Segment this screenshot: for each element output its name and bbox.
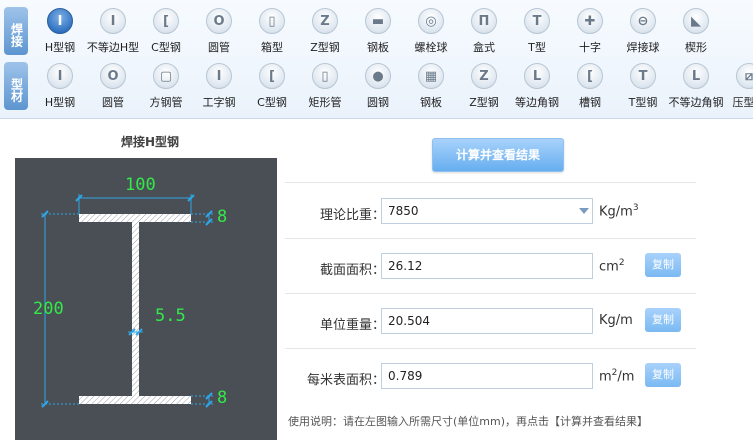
tool-box-section[interactable]: ▯ 箱型 [246, 4, 298, 58]
tool-rect-tube[interactable]: ▯ 矩形管 [299, 59, 351, 113]
steel-plate-icon: ▦ [418, 63, 444, 89]
welded-tab[interactable]: 焊接 [4, 7, 28, 55]
shape-toolbar: 焊接 I H型钢 I 不等边H型[C型钢 O 圆管 ▯ 箱型 Z Z型钢 ▬ 钢板 ◎ 螺栓球 Π 盒式 T T型… [0, 0, 753, 119]
tool-z-section[interactable]: Z Z型钢 [299, 4, 351, 58]
box-section-icon: ▯ [259, 8, 285, 34]
z-section-icon: Z [312, 8, 338, 34]
area-row: 截面面积： 26.12 cm2 复制 [285, 253, 696, 283]
surface-label: 每米表面积： [306, 373, 385, 388]
t-section-icon: T [630, 63, 656, 89]
divider [285, 182, 696, 183]
density-select[interactable]: 7850 [381, 198, 593, 224]
surface-row: 每米表面积： 0.789 m2/m 复制 [285, 363, 696, 393]
tool-steel-plate[interactable]: ▦ 钢板 [405, 59, 457, 113]
calculate-button[interactable]: 计算并查看结果 [432, 138, 564, 172]
density-row: 理论比重： 7850 Kg/m3 [285, 198, 696, 228]
tool-c-channel[interactable]: [C型钢 [246, 59, 298, 113]
tool-unequal-h-beam[interactable]: I 不等边H型 [87, 4, 139, 58]
tool-h-beam[interactable]: I H型钢 [34, 4, 86, 58]
weight-label: 单位重量： [319, 318, 385, 333]
tool-c-channel[interactable]: [C型钢 [140, 4, 192, 58]
tool-equal-angle[interactable]: L 等边角钢 [511, 59, 563, 113]
weight-field[interactable]: 20.504 [381, 308, 593, 334]
tool-label: 压型钢 [732, 96, 753, 109]
h-beam-icon: I [47, 63, 73, 89]
copy-surface-button[interactable]: 复制 [645, 363, 681, 387]
tool-profiled-steel[interactable]: ⧄ 压型钢 [723, 59, 753, 113]
bottom-flange-thickness-input[interactable]: 8 [217, 388, 227, 408]
density-unit: Kg/m3 [599, 203, 639, 220]
top-flange-thickness-input[interactable]: 8 [217, 207, 227, 227]
profiled-steel-icon: ⧄ [736, 63, 753, 89]
area-label: 截面面积： [319, 263, 385, 278]
steel-plate-icon: ▬ [365, 8, 391, 34]
tool-h-beam[interactable]: I H型钢 [34, 59, 86, 113]
tool-label: 楔形 [685, 41, 707, 54]
top-flange [79, 214, 191, 222]
tool-channel[interactable]: [槽钢 [564, 59, 616, 113]
tool-wedge[interactable]: ◣ 楔形 [670, 4, 722, 58]
bottom-flange [79, 396, 191, 404]
copy-area-button[interactable]: 复制 [645, 253, 681, 277]
wedge-icon: ◣ [683, 8, 709, 34]
usage-instructions: 使用说明：请在左图输入所需尺寸(单位mm)，再点击【计算并查看结果】 [288, 415, 649, 428]
tool-z-section[interactable]: Z Z型钢 [458, 59, 510, 113]
channel-icon: [ [577, 63, 603, 89]
divider [285, 238, 696, 239]
web [132, 222, 139, 396]
chevron-down-icon[interactable] [579, 208, 589, 214]
profile-row: 型材 I H型钢 O 圆管 ▢ 方钢管 I 工字钢[C型钢 ▯ 矩形管 ● 圆钢 ▦ 钢板 Z Z型钢 L 等边角… [0, 59, 753, 113]
unequal-h-beam-icon: I [100, 8, 126, 34]
weight-row: 单位重量： 20.504 Kg/m 复制 [285, 308, 696, 338]
divider [285, 348, 696, 349]
tool-round-tube[interactable]: O 圆管 [193, 4, 245, 58]
tool-unequal-angle[interactable]: L 不等边角钢 [669, 59, 724, 113]
tool-steel-plate[interactable]: ▬ 钢板 [352, 4, 404, 58]
tool-box-type[interactable]: Π 盒式 [458, 4, 510, 58]
surface-field[interactable]: 0.789 [381, 363, 593, 389]
box-type-icon: Π [471, 8, 497, 34]
divider [285, 293, 696, 294]
height-dimension-input[interactable]: 200 [33, 299, 64, 319]
density-label: 理论比重： [319, 208, 385, 223]
c-channel-icon: [ [153, 8, 179, 34]
width-dimension-input[interactable]: 100 [125, 175, 156, 195]
z-section-icon: Z [471, 63, 497, 89]
tool-t-section[interactable]: T T型钢 [617, 59, 669, 113]
tool-i-beam[interactable]: I 工字钢 [193, 59, 245, 113]
round-tube-icon: O [100, 63, 126, 89]
c-channel-icon: [ [259, 63, 285, 89]
bolt-ball-icon: ◎ [418, 8, 444, 34]
rect-tube-icon: ▯ [312, 63, 338, 89]
tool-square-tube[interactable]: ▢ 方钢管 [140, 59, 192, 113]
i-beam-icon: I [206, 63, 232, 89]
tool-t-section[interactable]: T T型 [511, 4, 563, 58]
cross-section-icon: ✚ [577, 8, 603, 34]
t-section-icon: T [524, 8, 550, 34]
h-beam-diagram: 100 200 5.5 8 8 [15, 158, 277, 440]
profile-tab[interactable]: 型材 [4, 62, 28, 110]
web-thickness-input[interactable]: 5.5 [155, 306, 186, 326]
round-bar-icon: ● [365, 63, 391, 89]
welded-ball-icon: ⊖ [630, 8, 656, 34]
unequal-angle-icon: L [683, 63, 709, 89]
surface-unit: m2/m [599, 368, 635, 385]
tool-round-tube[interactable]: O 圆管 [87, 59, 139, 113]
round-tube-icon: O [206, 8, 232, 34]
square-tube-icon: ▢ [153, 63, 179, 89]
tool-round-bar[interactable]: ● 圆钢 [352, 59, 404, 113]
area-unit: cm2 [599, 258, 625, 275]
equal-angle-icon: L [524, 63, 550, 89]
tool-cross-section[interactable]: ✚ 十字 [564, 4, 616, 58]
tool-bolt-ball[interactable]: ◎ 螺栓球 [405, 4, 457, 58]
h-beam-icon: I [47, 8, 73, 34]
copy-weight-button[interactable]: 复制 [645, 308, 681, 332]
diagram-title: 焊接H型钢 [120, 135, 180, 149]
tool-welded-ball[interactable]: ⊖ 焊接球 [617, 4, 669, 58]
weight-unit: Kg/m [599, 313, 633, 328]
welded-row: 焊接 I H型钢 I 不等边H型[C型钢 O 圆管 ▯ 箱型 Z Z型钢 ▬ 钢板 ◎ 螺栓球 Π 盒式 T T型… [0, 4, 753, 58]
area-field[interactable]: 26.12 [381, 253, 593, 279]
